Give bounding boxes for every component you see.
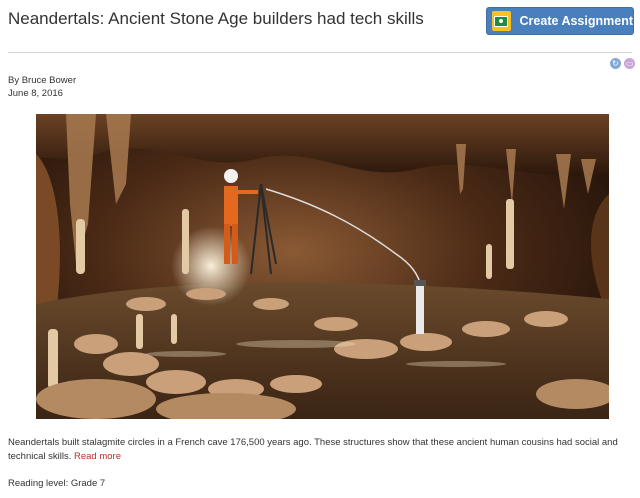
create-assignment-label: Create Assignment	[519, 14, 633, 28]
publish-date: June 8, 2016	[8, 88, 63, 99]
cave-photo	[36, 114, 609, 419]
create-assignment-button[interactable]: Create Assignment	[486, 7, 634, 35]
translate-icon[interactable]: ↻	[610, 58, 621, 69]
header-divider	[8, 52, 632, 53]
google-classroom-icon	[492, 11, 511, 31]
read-more-link[interactable]: Read more	[74, 451, 121, 462]
reading-level: Reading level: Grade 7	[8, 478, 106, 489]
article-description: Neandertals built stalagmite circles in …	[8, 436, 628, 464]
article-title: Neandertals: Ancient Stone Age builders …	[8, 9, 424, 28]
print-icon[interactable]: ▭	[624, 58, 635, 69]
byline: By Bruce Bower	[8, 75, 77, 86]
